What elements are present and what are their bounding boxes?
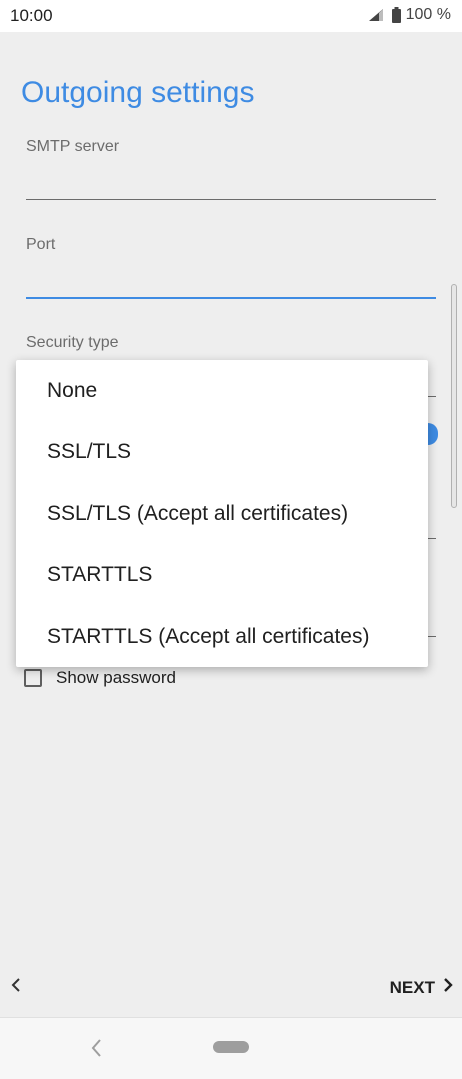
port-label: Port — [26, 236, 56, 253]
menu-item-ssl-tls[interactable]: SSL/TLS — [16, 422, 428, 484]
chevron-left-icon[interactable] — [9, 975, 23, 995]
security-type-menu: None SSL/TLS SSL/TLS (Accept all certifi… — [16, 360, 428, 667]
username-underline — [428, 538, 436, 539]
scrollbar[interactable] — [451, 284, 457, 508]
battery-icon — [391, 7, 401, 23]
security-type-label: Security type — [26, 334, 119, 351]
smtp-server-input[interactable] — [26, 199, 436, 200]
nav-back-icon[interactable] — [88, 1037, 104, 1064]
password-underline — [428, 636, 436, 637]
status-bar: 10:00 100 % — [0, 0, 462, 32]
chevron-right-icon — [435, 975, 454, 1000]
next-button[interactable]: NEXT — [390, 975, 454, 1000]
page-title: Outgoing settings — [21, 76, 255, 109]
status-time: 10:00 — [10, 6, 53, 25]
security-type-underline — [428, 396, 436, 397]
show-password-checkbox[interactable] — [24, 669, 42, 687]
signal-icon — [368, 8, 384, 22]
battery-percent: 100 % — [405, 6, 451, 23]
port-input[interactable] — [26, 297, 436, 299]
status-indicators: 100 % — [368, 6, 451, 24]
next-button-label: NEXT — [389, 977, 435, 997]
show-password-label: Show password — [56, 668, 177, 687]
menu-item-starttls-accept-all[interactable]: STARTTLS (Accept all certificates) — [16, 606, 428, 668]
menu-item-ssl-tls-accept-all[interactable]: SSL/TLS (Accept all certificates) — [16, 483, 428, 545]
nav-home-icon[interactable] — [213, 1041, 249, 1053]
menu-item-starttls[interactable]: STARTTLS — [16, 545, 428, 607]
smtp-server-label: SMTP server — [26, 138, 120, 155]
show-password-row[interactable]: Show password — [24, 668, 176, 688]
menu-item-none[interactable]: None — [16, 360, 428, 422]
